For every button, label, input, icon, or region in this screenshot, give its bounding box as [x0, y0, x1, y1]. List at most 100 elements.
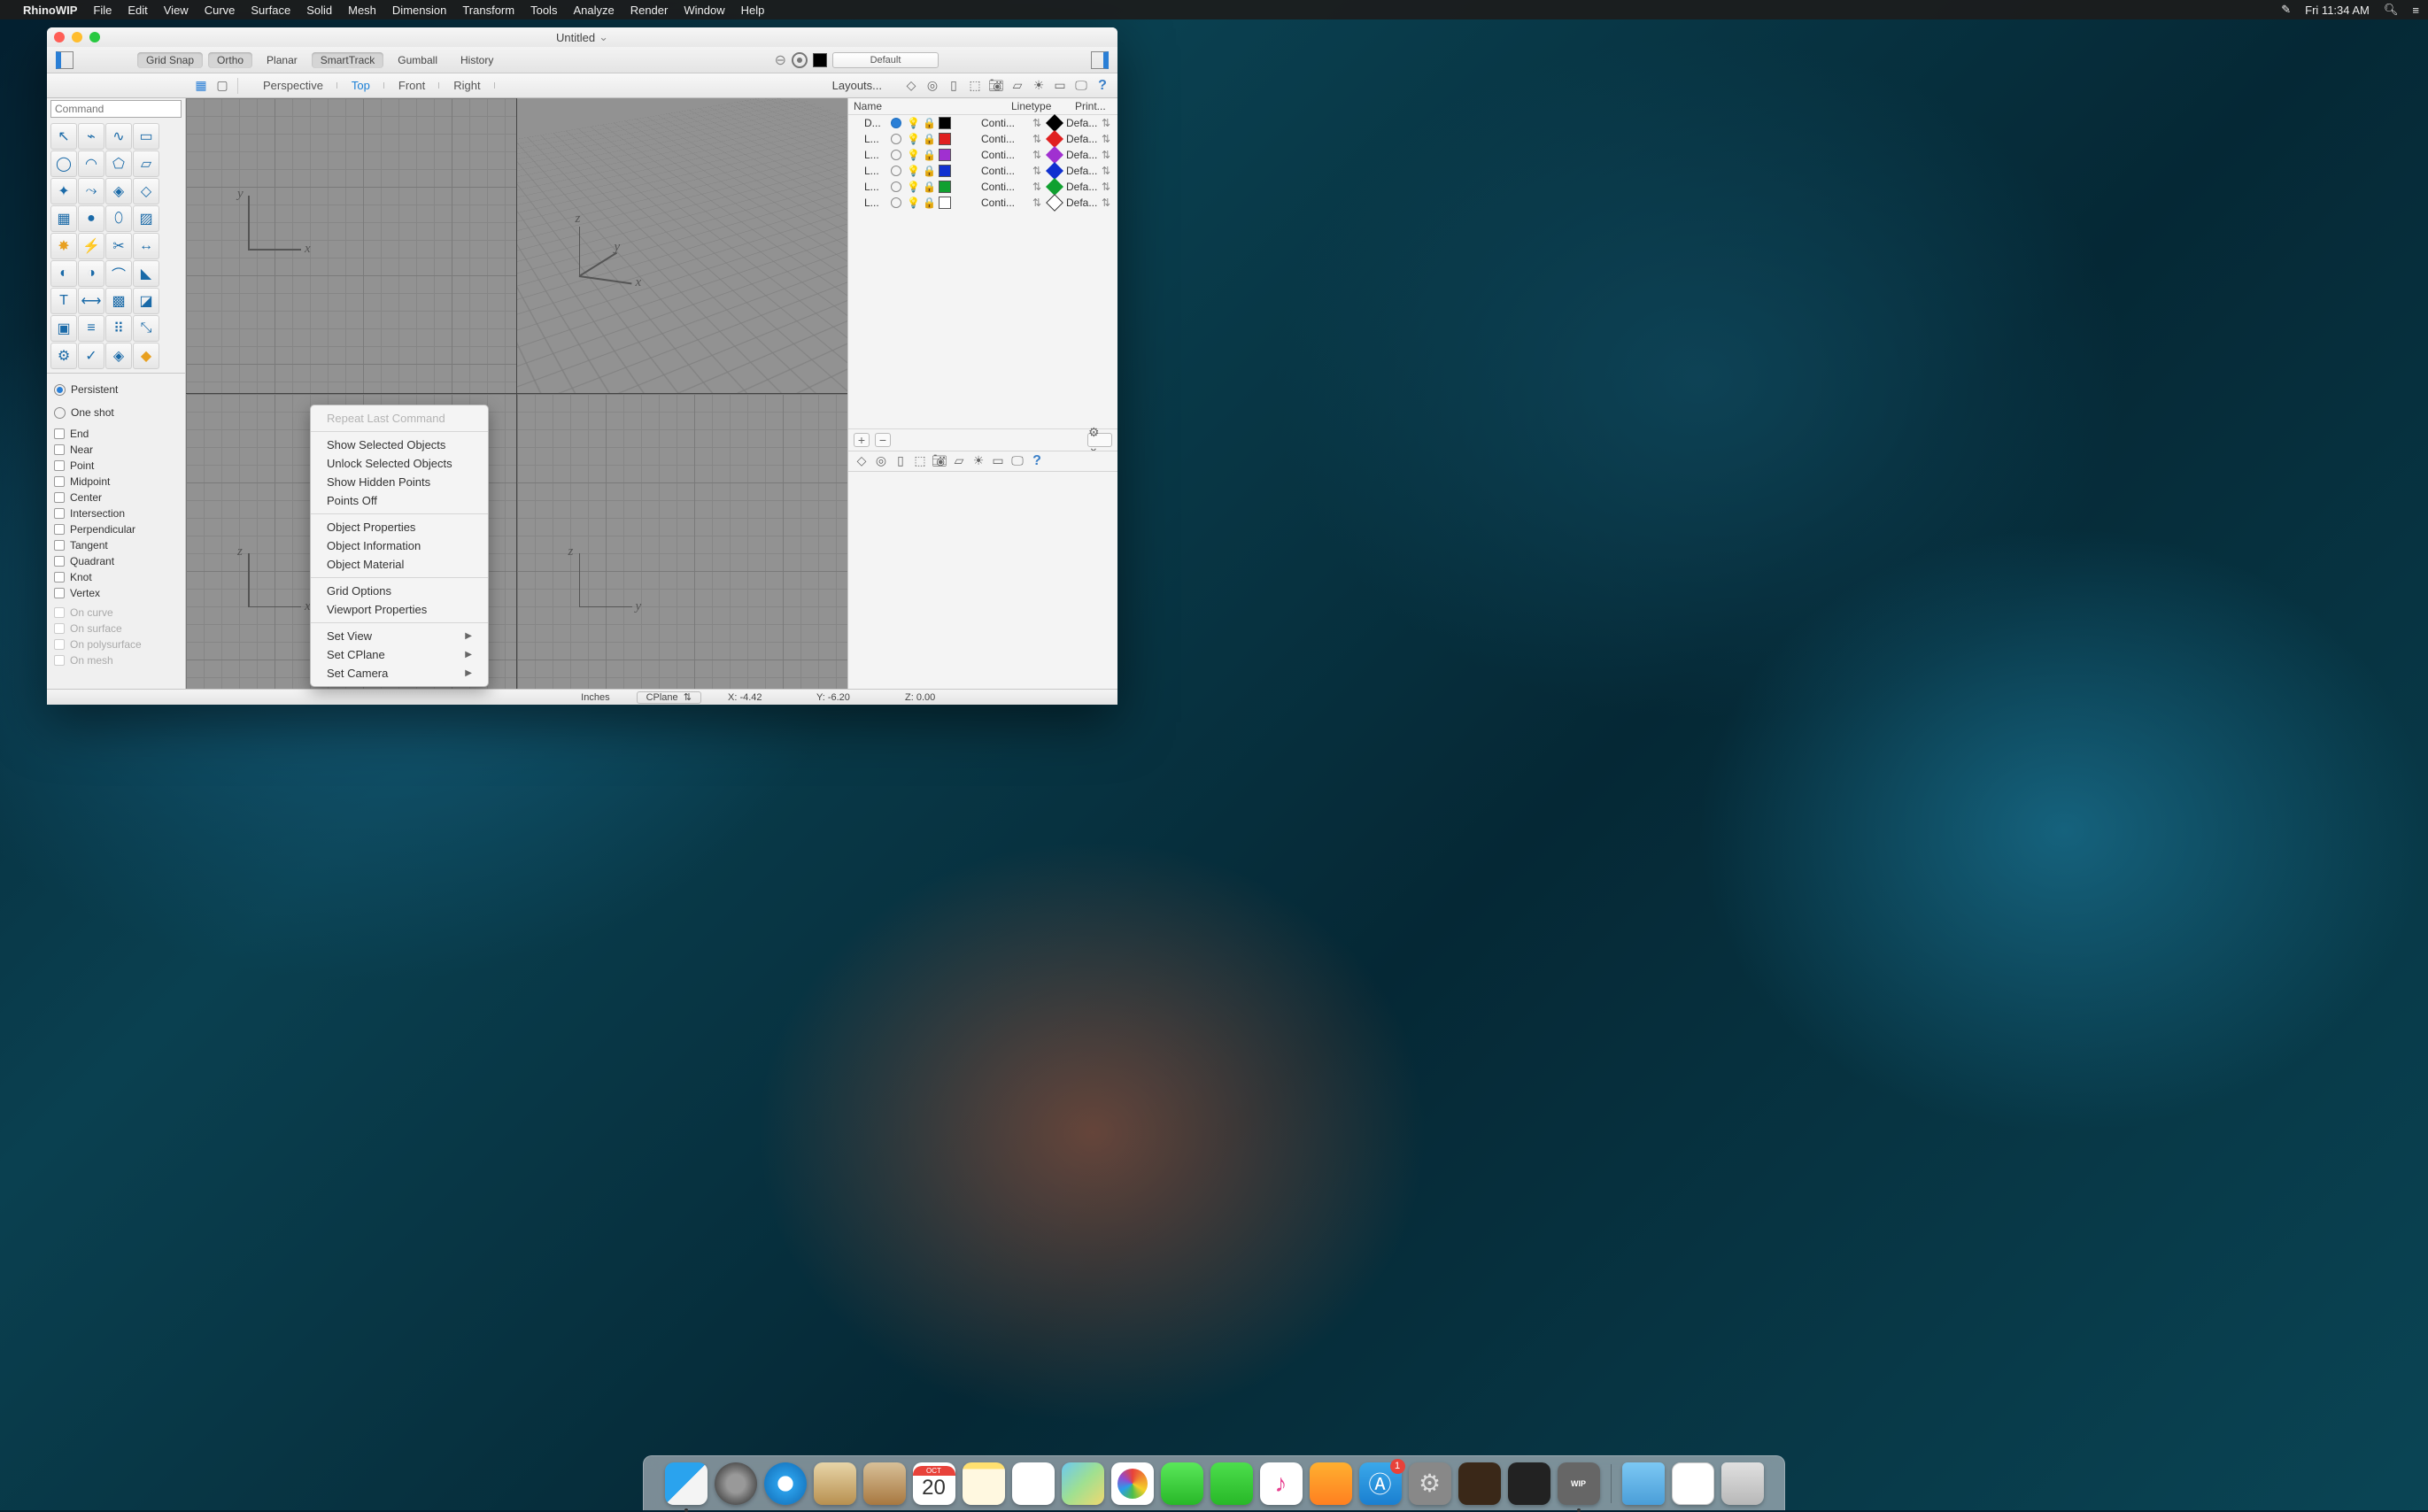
- dock-photos[interactable]: [1111, 1462, 1154, 1505]
- remove-layer-button[interactable]: −: [875, 433, 891, 447]
- dock-facetime[interactable]: [1210, 1462, 1253, 1505]
- panel2-shape-icon[interactable]: ▱: [951, 453, 967, 469]
- layers-col-linetype[interactable]: Linetype: [1011, 100, 1075, 112]
- viewport-area[interactable]: y x z y x z: [186, 98, 847, 689]
- single-view-icon[interactable]: ▢: [214, 78, 230, 94]
- menubar-list-icon[interactable]: ≡: [2412, 4, 2419, 17]
- ctx-set-cplane[interactable]: Set CPlane▶: [311, 645, 488, 664]
- four-view-icon[interactable]: ▦: [193, 78, 209, 94]
- panel2-rect-icon[interactable]: ▭: [990, 453, 1006, 469]
- panel2-help-icon[interactable]: ?: [1029, 453, 1045, 469]
- shape-icon[interactable]: ▱: [1009, 78, 1025, 94]
- osnap-quadrant[interactable]: Quadrant: [54, 553, 178, 569]
- tool-loft[interactable]: ◇: [133, 178, 159, 204]
- minimize-button[interactable]: [72, 32, 82, 42]
- ctx-unlock-selected[interactable]: Unlock Selected Objects: [311, 454, 488, 473]
- osnap-midpoint[interactable]: Midpoint: [54, 474, 178, 490]
- gumball-button[interactable]: Gumball: [389, 52, 446, 68]
- dock-maps[interactable]: [1062, 1462, 1104, 1505]
- script-status-icon[interactable]: ✎: [2281, 3, 2291, 17]
- layer-row[interactable]: L...💡🔒Conti...⇅Defa...⇅: [848, 195, 1117, 211]
- dock-trash[interactable]: [1721, 1462, 1764, 1505]
- layouts-button[interactable]: Layouts...: [832, 79, 882, 92]
- tool-polygon[interactable]: ⬠: [105, 150, 132, 177]
- panel2-page-icon[interactable]: ▯: [893, 453, 909, 469]
- dock-finder[interactable]: [665, 1462, 708, 1505]
- dock-contacts[interactable]: [863, 1462, 906, 1505]
- tool-transform[interactable]: ⤡: [133, 315, 159, 342]
- current-layer-select[interactable]: Default: [832, 52, 939, 68]
- menu-help[interactable]: Help: [741, 4, 765, 17]
- zoom-button[interactable]: [89, 32, 100, 42]
- tab-perspective[interactable]: Perspective: [249, 79, 337, 92]
- layers-col-name[interactable]: Name: [854, 100, 902, 112]
- ctx-show-selected[interactable]: Show Selected Objects: [311, 436, 488, 454]
- tool-sphere[interactable]: ●: [78, 205, 104, 232]
- tool-select[interactable]: ↖: [50, 123, 77, 150]
- tool-box[interactable]: ▦: [50, 205, 77, 232]
- panel2-cube-icon[interactable]: ⬚: [912, 453, 928, 469]
- osnap-intersection[interactable]: Intersection: [54, 505, 178, 521]
- viewport-perspective[interactable]: z y x: [517, 98, 848, 394]
- tool-plane[interactable]: ▱: [133, 150, 159, 177]
- layer-row[interactable]: D...💡🔒Conti...⇅Defa...⇅: [848, 115, 1117, 131]
- osnap-persistent-radio[interactable]: Persistent: [47, 378, 185, 401]
- layer-stack-icon[interactable]: ◇: [903, 78, 919, 94]
- tool-cylinder[interactable]: ⬯: [105, 205, 132, 232]
- tool-layer-tool[interactable]: ≡: [78, 315, 104, 342]
- tool-curve[interactable]: ∿: [105, 123, 132, 150]
- tool-trim[interactable]: ✂︎: [105, 233, 132, 259]
- ctx-object-properties[interactable]: Object Properties: [311, 518, 488, 536]
- window-titlebar[interactable]: Untitled ⌄: [47, 27, 1117, 47]
- camera-icon[interactable]: 📷︎: [988, 78, 1004, 94]
- app-menu[interactable]: RhinoWIP: [23, 4, 77, 17]
- osnap-knot[interactable]: Knot: [54, 569, 178, 585]
- page-icon[interactable]: ▯: [946, 78, 962, 94]
- ctx-set-camera[interactable]: Set Camera▶: [311, 664, 488, 683]
- ctx-object-material[interactable]: Object Material: [311, 555, 488, 574]
- osnap-vertex[interactable]: Vertex: [54, 585, 178, 601]
- panel2-camera-icon[interactable]: 📷︎: [932, 453, 947, 469]
- panel2-layer-stack-icon[interactable]: ◇: [854, 453, 870, 469]
- tool-circle[interactable]: ◯: [50, 150, 77, 177]
- viewport-top[interactable]: y x: [186, 98, 517, 394]
- dock-launchpad[interactable]: [715, 1462, 757, 1505]
- ctx-object-information[interactable]: Object Information: [311, 536, 488, 555]
- gridsnap-button[interactable]: Grid Snap: [137, 52, 203, 68]
- close-button[interactable]: [54, 32, 65, 42]
- dock-reminders[interactable]: [1012, 1462, 1055, 1505]
- menu-window[interactable]: Window: [684, 4, 724, 17]
- dock-safari[interactable]: [764, 1462, 807, 1505]
- dock-ibooks[interactable]: [1310, 1462, 1352, 1505]
- dock-messages[interactable]: [1161, 1462, 1203, 1505]
- ctx-grid-options[interactable]: Grid Options: [311, 582, 488, 600]
- tool-hatch[interactable]: ▩: [105, 288, 132, 314]
- tool-mesh[interactable]: ▨: [133, 205, 159, 232]
- current-color-swatch[interactable]: [813, 53, 827, 67]
- tool-polyline[interactable]: ⌁: [78, 123, 104, 150]
- menu-solid[interactable]: Solid: [306, 4, 332, 17]
- dock-rhino[interactable]: WIP: [1558, 1462, 1600, 1505]
- right-panel-toggle-icon[interactable]: [1091, 51, 1109, 69]
- lock-icon[interactable]: ⊖: [775, 51, 786, 69]
- tool-annotate[interactable]: ◪: [133, 288, 159, 314]
- osnap-center[interactable]: Center: [54, 490, 178, 505]
- tool-fillet[interactable]: ⌒: [105, 260, 132, 287]
- dock-affinity[interactable]: [1458, 1462, 1501, 1505]
- dock-itunes[interactable]: ♪: [1260, 1462, 1303, 1505]
- viewport-front[interactable]: z x Repeat Last Command Show Selected Ob…: [186, 394, 517, 690]
- osnap-tangent[interactable]: Tangent: [54, 537, 178, 553]
- rect-icon[interactable]: ▭: [1052, 78, 1068, 94]
- tool-boolean[interactable]: ◐: [50, 260, 77, 287]
- planar-button[interactable]: Planar: [258, 52, 306, 68]
- menu-transform[interactable]: Transform: [462, 4, 514, 17]
- layer-row[interactable]: L...💡🔒Conti...⇅Defa...⇅: [848, 179, 1117, 195]
- layer-settings-button[interactable]: ⚙︎ ⌄: [1087, 433, 1112, 447]
- ctx-show-hidden-points[interactable]: Show Hidden Points: [311, 473, 488, 491]
- dock-document[interactable]: [1672, 1462, 1714, 1505]
- smarttrack-button[interactable]: SmartTrack: [312, 52, 384, 68]
- dock-mail[interactable]: [814, 1462, 856, 1505]
- tab-top[interactable]: Top: [337, 79, 384, 92]
- menu-curve[interactable]: Curve: [205, 4, 236, 17]
- material-icon[interactable]: ◎: [924, 78, 940, 94]
